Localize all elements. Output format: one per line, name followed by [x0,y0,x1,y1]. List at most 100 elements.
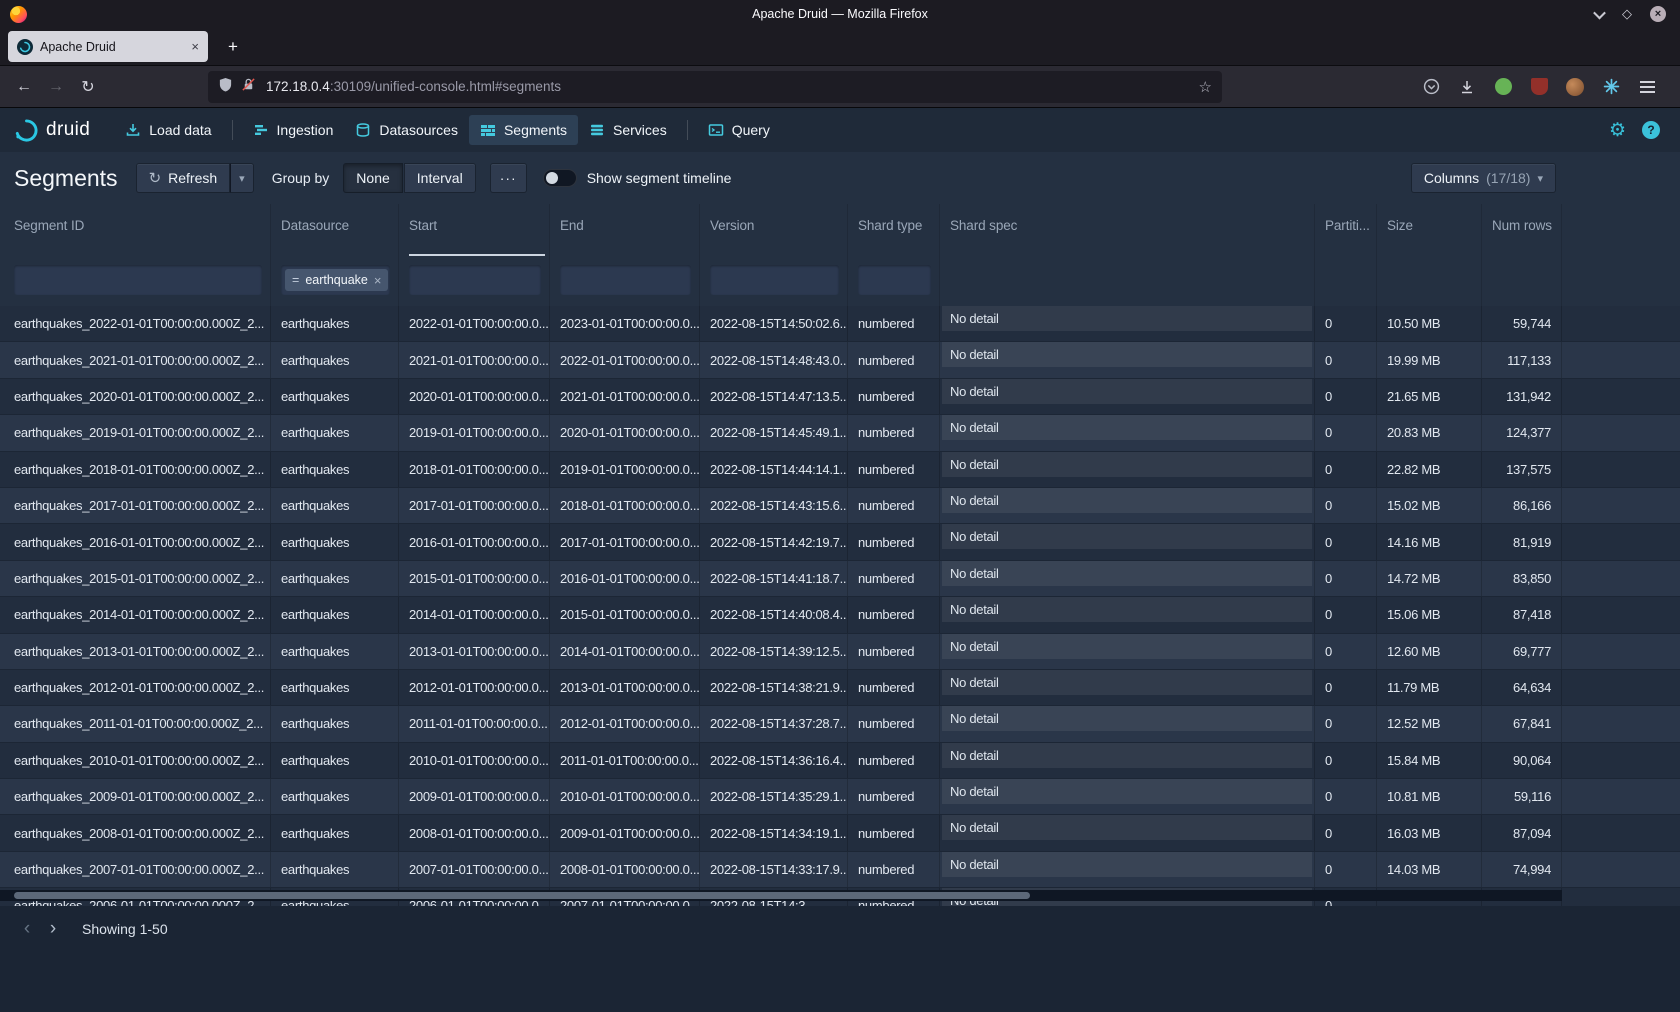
window-close-icon[interactable]: × [1650,6,1666,22]
nav-item-segments[interactable]: Segments [469,115,578,145]
group-by-none-button[interactable]: None [343,163,402,193]
filter-input-shard-type[interactable] [858,265,931,295]
nav-item-label: Datasources [379,122,458,138]
column-header-segment-id[interactable]: Segment ID [0,204,271,256]
pocket-icon[interactable] [1416,73,1446,101]
filter-input-datasource[interactable]: = earthquake × [281,265,390,295]
table-row[interactable]: earthquakes_2015-01-01T00:00:00.000Z_2..… [0,561,1680,597]
column-header-size[interactable]: Size [1377,204,1482,256]
cell-size: 19.99 MB [1377,342,1482,377]
table-row[interactable]: earthquakes_2010-01-01T00:00:00.000Z_2..… [0,743,1680,779]
horizontal-scrollbar[interactable] [0,890,1562,901]
column-header-datasource[interactable]: Datasource [271,204,399,256]
cell-partitions: 0 [1315,488,1377,523]
url-bar[interactable]: 172.18.0.4:30109/unified-console.html#se… [208,71,1222,103]
profile-avatar[interactable] [1560,73,1590,101]
menu-hamburger-icon[interactable] [1632,73,1662,101]
cell-shard-spec: No detail [940,306,1315,341]
cell-version: 2022-08-15T14:35:29.1... [700,779,848,814]
cell-shard-type: numbered [848,415,940,450]
bookmark-star-icon[interactable]: ☆ [1199,78,1212,96]
new-tab-button[interactable]: + [218,32,248,62]
cell-size: 14.16 MB [1377,524,1482,559]
columns-button[interactable]: Columns (17/18) ▾ [1411,163,1556,193]
cell-end: 2018-01-01T00:00:00.0... [550,488,700,523]
cell-num-rows: 90,064 [1482,743,1562,778]
cell-version: 2022-08-15T14:38:21.9... [700,670,848,705]
nav-item-label: Services [613,122,667,138]
cell-shard-spec: No detail [940,561,1315,596]
table-row[interactable]: earthquakes_2014-01-01T00:00:00.000Z_2..… [0,597,1680,633]
group-by-label: Group by [272,170,330,186]
window-maximize-icon[interactable]: ◇ [1622,6,1632,22]
druid-logo[interactable]: druid [14,118,90,143]
extension-ublock-icon[interactable] [1524,73,1554,101]
cell-shard-type: numbered [848,743,940,778]
column-header-partitions[interactable]: Partiti... [1315,204,1377,256]
cell-end: 2019-01-01T00:00:00.0... [550,452,700,487]
cell-version: 2022-08-15T14:37:28.7... [700,706,848,741]
showing-label: Showing 1-50 [82,921,168,937]
window-minimize-icon[interactable] [1595,10,1604,19]
filter-input-version[interactable] [710,265,839,295]
column-header-end[interactable]: End [550,204,700,256]
nav-item-datasources[interactable]: Datasources [344,115,469,145]
forward-button[interactable]: → [40,72,72,102]
settings-gear-icon[interactable]: ⚙ [1609,121,1626,140]
table-row[interactable]: earthquakes_2012-01-01T00:00:00.000Z_2..… [0,670,1680,706]
nav-item-label: Query [732,122,770,138]
browser-tab[interactable]: Apache Druid × [8,31,208,62]
cell-partitions: 0 [1315,706,1377,741]
tracking-shield-icon[interactable] [218,77,233,97]
column-header-shard-spec[interactable]: Shard spec [940,204,1315,256]
cell-shard-type: numbered [848,852,940,887]
filter-input-end[interactable] [560,265,691,295]
table-row[interactable]: earthquakes_2016-01-01T00:00:00.000Z_2..… [0,524,1680,560]
group-by-interval-button[interactable]: Interval [404,163,476,193]
url-text[interactable]: 172.18.0.4:30109/unified-console.html#se… [266,79,1191,94]
refresh-button[interactable]: ↻Refresh [136,163,231,193]
druid-swirl-icon [14,118,39,143]
table-row[interactable]: earthquakes_2009-01-01T00:00:00.000Z_2..… [0,779,1680,815]
back-button[interactable]: ← [8,72,40,102]
extension-privacy-icon[interactable] [1488,73,1518,101]
table-row[interactable]: earthquakes_2021-01-01T00:00:00.000Z_2..… [0,342,1680,378]
column-header-version[interactable]: Version [700,204,848,256]
table-row[interactable]: earthquakes_2017-01-01T00:00:00.000Z_2..… [0,488,1680,524]
segment-timeline-toggle[interactable] [543,169,577,187]
column-header-num-rows[interactable]: Num rows [1482,204,1562,256]
cell-num-rows: 87,094 [1482,815,1562,850]
table-row[interactable]: earthquakes_2020-01-01T00:00:00.000Z_2..… [0,379,1680,415]
reload-button[interactable]: ↻ [72,72,104,102]
filter-input-segment-id[interactable] [14,265,262,295]
druid-favicon-icon [17,39,33,55]
next-page-button[interactable]: › [40,916,66,942]
extension-star-icon[interactable] [1596,73,1626,101]
table-row[interactable]: earthquakes_2011-01-01T00:00:00.000Z_2..… [0,706,1680,742]
insecure-lock-icon[interactable] [241,77,256,97]
more-options-button[interactable]: ··· [490,163,527,193]
refresh-dropdown-button[interactable]: ▾ [230,163,254,193]
nav-item-query[interactable]: Query [697,115,781,145]
downloads-icon[interactable] [1452,73,1482,101]
table-row[interactable]: earthquakes_2008-01-01T00:00:00.000Z_2..… [0,815,1680,851]
previous-page-button[interactable]: ‹ [14,916,40,942]
table-row[interactable]: earthquakes_2018-01-01T00:00:00.000Z_2..… [0,452,1680,488]
nav-item-services[interactable]: Services [578,115,678,145]
table-row[interactable]: earthquakes_2022-01-01T00:00:00.000Z_2..… [0,306,1680,342]
table-row[interactable]: earthquakes_2019-01-01T00:00:00.000Z_2..… [0,415,1680,451]
help-icon[interactable]: ? [1642,121,1660,139]
table-row[interactable]: earthquakes_2013-01-01T00:00:00.000Z_2..… [0,634,1680,670]
column-header-shard-type[interactable]: Shard type [848,204,940,256]
cell-datasource: earthquakes [271,306,399,341]
filter-chip[interactable]: = earthquake × [285,269,388,291]
filter-remove-icon[interactable]: × [374,273,382,288]
column-header-start[interactable]: Start [399,204,550,256]
cell-version: 2022-08-15T14:50:02.6... [700,306,848,341]
table-row[interactable]: earthquakes_2007-01-01T00:00:00.000Z_2..… [0,852,1680,888]
nav-item-ingestion[interactable]: Ingestion [242,115,345,145]
nav-item-load-data[interactable]: Load data [114,115,222,145]
scrollbar-thumb[interactable] [14,892,1030,899]
tab-close-icon[interactable]: × [191,39,199,54]
filter-input-start[interactable] [409,265,541,295]
